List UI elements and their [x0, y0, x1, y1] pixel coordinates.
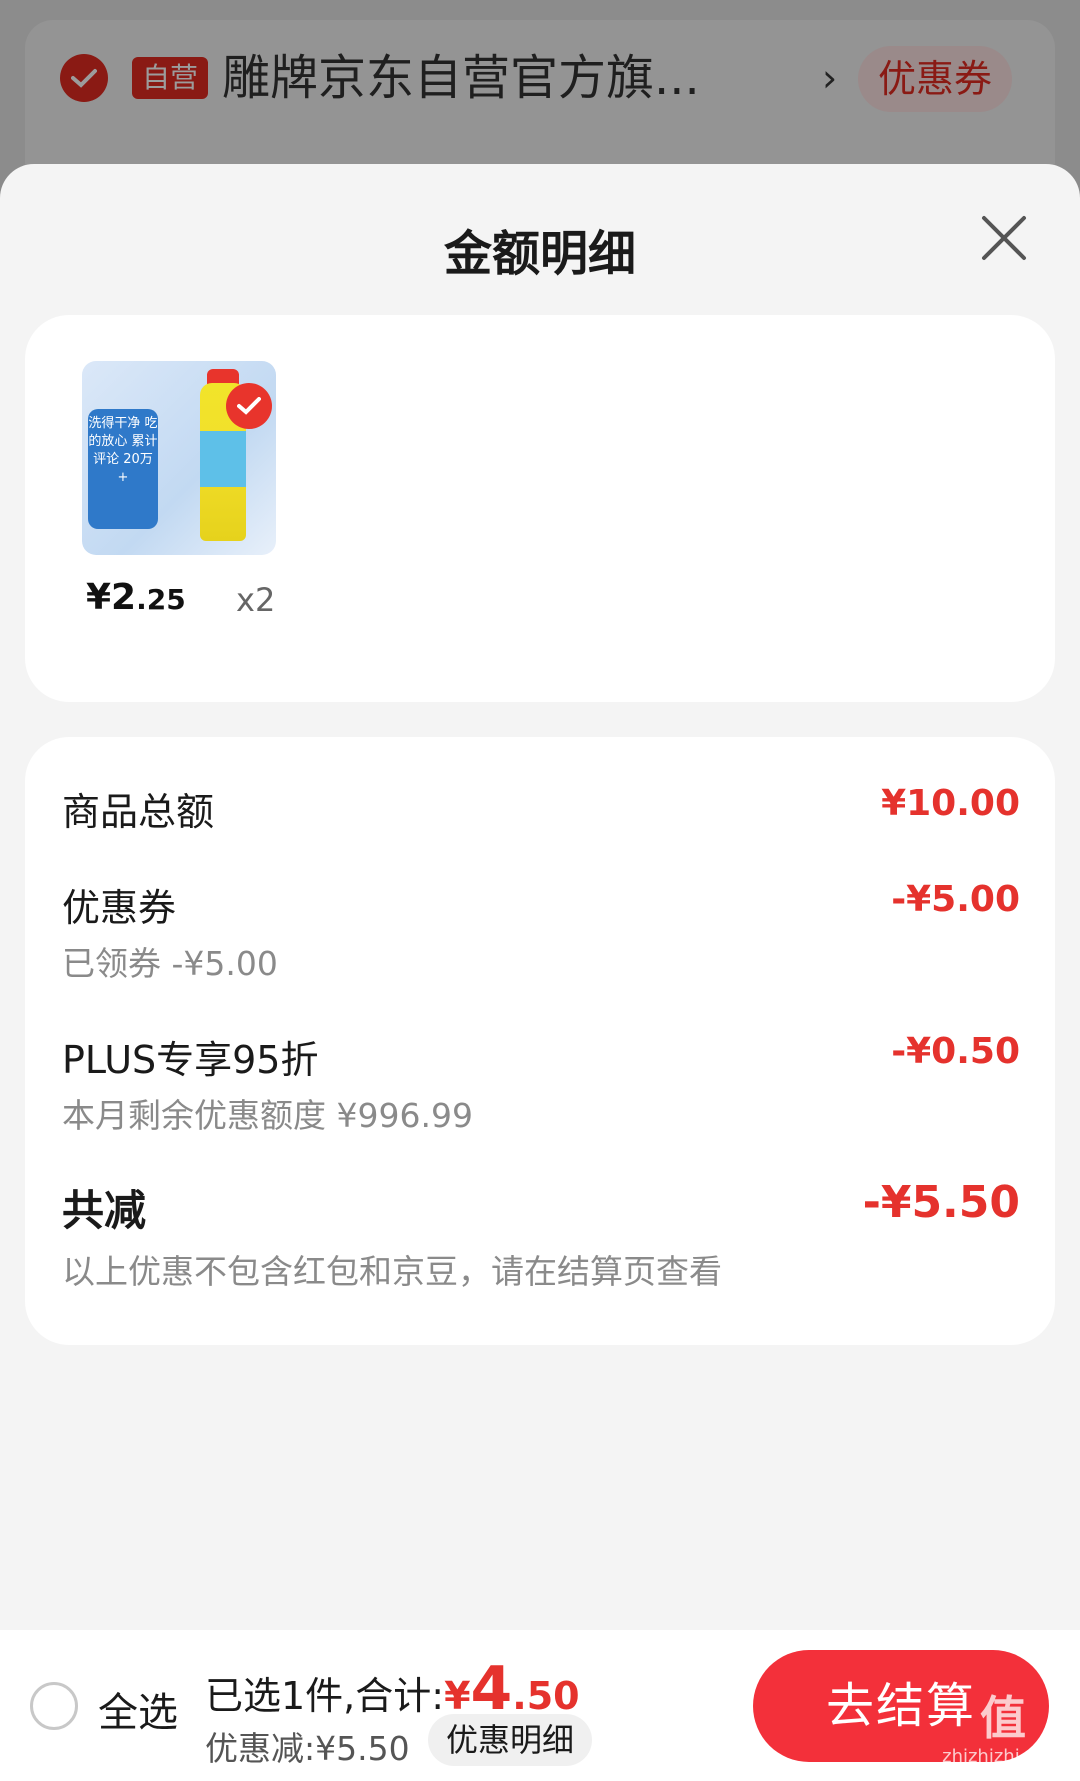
plus-discount-value: -¥0.50 [891, 1031, 1020, 1072]
goods-total-label: 商品总额 [62, 790, 215, 834]
selected-check-icon [226, 383, 272, 429]
coupon-value: -¥5.00 [891, 879, 1020, 920]
coupon-label: 优惠券 [62, 886, 177, 930]
store-check-icon [60, 54, 108, 102]
total-symbol: ¥ [444, 1674, 471, 1718]
store-name: 雕牌京东自营官方旗... [222, 50, 700, 106]
close-icon[interactable] [980, 214, 1028, 262]
store-coupon-button: 优惠券 [858, 46, 1013, 112]
self-operated-tag: 自营 [132, 57, 209, 99]
site-watermark: 值 zhizhizhi.com [928, 1690, 1078, 1780]
coupon-sub: 已领券 -¥5.00 [62, 944, 278, 983]
product-price-dec: .25 [136, 583, 186, 616]
discount-detail-button[interactable]: 优惠明细 [428, 1714, 593, 1766]
select-all-radio[interactable] [30, 1682, 78, 1730]
discount-summary: 优惠减:¥5.50 [205, 1729, 410, 1768]
amount-detail-sheet: 金额明细 洗得干净 吃的放心 累计评论 20万+ ¥2.25 x2 商品总额 ¥… [0, 164, 1080, 1781]
chevron-right-icon: › [822, 56, 838, 100]
discount-note: 以上优惠不包含红包和京豆，请在结算页查看 [62, 1252, 722, 1291]
watermark-site: zhizhizhi.com [942, 1746, 1064, 1767]
price-breakdown-card: 商品总额 ¥10.00 优惠券 -¥5.00 已领券 -¥5.00 PLUS专享… [25, 737, 1055, 1345]
summary-prefix: 已选1件,合计: [205, 1674, 445, 1718]
total-discount-label: 共减 [62, 1186, 147, 1235]
plus-discount-sub: 本月剩余优惠额度 ¥996.99 [62, 1096, 473, 1135]
total-dec: .50 [512, 1674, 580, 1718]
product-price-int: ¥2 [86, 577, 137, 618]
bottle-label [200, 431, 246, 487]
sheet-title: 金额明细 [443, 226, 636, 282]
product-quantity: x2 [236, 581, 276, 619]
product-image-badge: 洗得干净 吃的放心 累计评论 20万+ [88, 409, 158, 529]
plus-discount-label: PLUS专享95折 [62, 1038, 319, 1082]
checkout-bar: 全选 已选1件,合计:¥4.50 优惠减:¥5.50 优惠明细 去结算 [0, 1630, 1080, 1781]
total-discount-value: -¥5.50 [862, 1177, 1020, 1228]
product-image[interactable]: 洗得干净 吃的放心 累计评论 20万+ [82, 361, 276, 555]
product-price: ¥2.25 [86, 577, 186, 618]
goods-total-value: ¥10.00 [881, 783, 1020, 824]
product-card: 洗得干净 吃的放心 累计评论 20万+ ¥2.25 x2 [25, 315, 1055, 702]
select-all-label[interactable]: 全选 [98, 1680, 178, 1738]
watermark-text: 值 [980, 1691, 1026, 1745]
